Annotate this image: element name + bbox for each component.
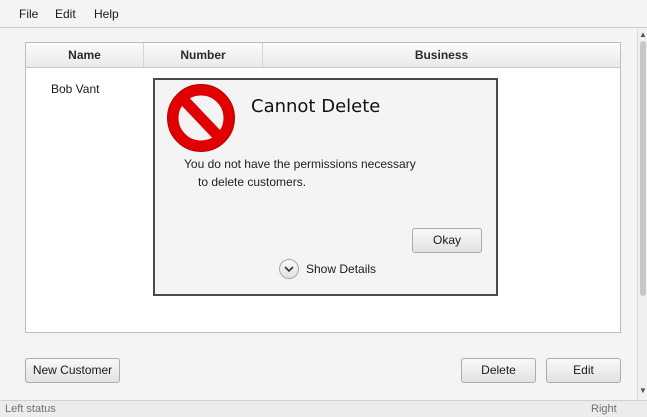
table-header: Name Number Business [26,43,620,68]
scroll-down-icon[interactable]: ▼ [639,387,647,395]
show-details-label[interactable]: Show Details [306,262,376,276]
column-header-business[interactable]: Business [263,43,620,67]
column-header-name[interactable]: Name [26,43,144,67]
new-customer-button[interactable]: New Customer [25,358,120,383]
chevron-down-icon[interactable] [279,259,299,279]
scroll-thumb[interactable] [640,41,646,296]
menu-file[interactable]: File [19,7,38,21]
column-header-number[interactable]: Number [144,43,263,67]
dialog-message-line-1: You do not have the permissions necessar… [184,157,416,171]
dialog-message: You do not have the permissions necessar… [184,155,444,191]
cell-name: Bob Vant [51,82,100,96]
status-bar: Left status Right status [0,400,647,417]
dialog-message-line-2: to delete customers. [198,175,307,189]
menu-edit[interactable]: Edit [55,7,76,21]
vertical-scrollbar[interactable]: ▲ ▼ [637,29,647,399]
stop-icon [167,84,235,152]
menu-help[interactable]: Help [94,7,119,21]
cannot-delete-dialog: Cannot Delete You do not have the permis… [153,78,498,296]
scroll-up-icon[interactable]: ▲ [639,31,647,39]
edit-button[interactable]: Edit [546,358,621,383]
delete-button[interactable]: Delete [461,358,536,383]
okay-button[interactable]: Okay [412,228,482,253]
menu-bar: File Edit Help [0,0,647,28]
dialog-title: Cannot Delete [251,96,381,117]
status-right: Right status [591,403,620,417]
status-left: Left status [5,403,56,415]
